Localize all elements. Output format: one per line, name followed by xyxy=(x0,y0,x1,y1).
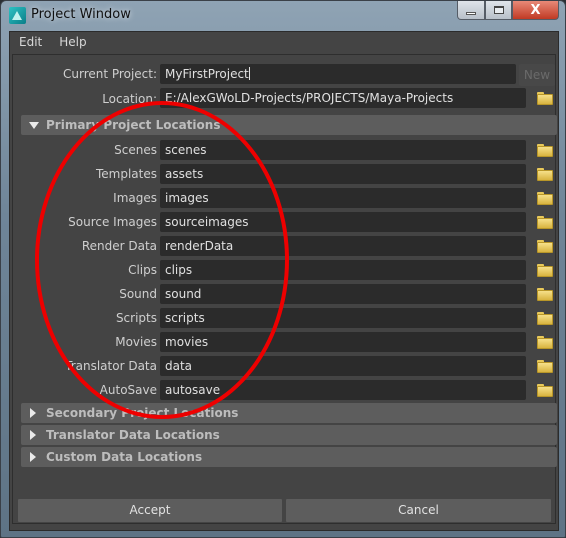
location-input-source-images[interactable]: sourceimages xyxy=(160,212,526,232)
current-project-input[interactable]: MyFirstProject xyxy=(160,64,516,84)
collapsed-triangle-icon xyxy=(30,430,36,440)
current-project-value: MyFirstProject xyxy=(165,67,249,81)
cancel-button[interactable]: Cancel xyxy=(286,499,551,522)
location-folder-icon[interactable] xyxy=(537,92,553,105)
section-custom-data-locations[interactable]: Custom Data Locations xyxy=(21,447,557,467)
location-label-sound: Sound xyxy=(119,287,157,301)
location-label-clips: Clips xyxy=(128,263,157,277)
location-input-templates[interactable]: assets xyxy=(160,164,526,184)
close-icon: X xyxy=(530,2,541,18)
location-label-images: Images xyxy=(113,191,157,205)
folder-icon[interactable] xyxy=(537,336,553,349)
maximize-icon xyxy=(493,6,504,14)
current-project-label: Current Project: xyxy=(63,67,157,81)
collapsed-triangle-icon xyxy=(30,452,36,462)
menu-help[interactable]: Help xyxy=(50,32,94,54)
maya-app-icon xyxy=(9,7,26,24)
client-area: Edit Help Current Project: MyFirstProjec… xyxy=(9,31,559,531)
maximize-button[interactable] xyxy=(485,1,512,20)
section-label: Custom Data Locations xyxy=(46,450,203,464)
minimize-icon xyxy=(466,11,476,15)
title-bar[interactable]: Project Window X xyxy=(1,1,566,31)
location-label-autosave: AutoSave xyxy=(99,383,157,397)
folder-icon[interactable] xyxy=(537,360,553,373)
location-label-render-data: Render Data xyxy=(81,239,157,253)
collapsed-triangle-icon xyxy=(30,408,36,418)
section-label: Translator Data Locations xyxy=(46,428,220,442)
location-label-templates: Templates xyxy=(95,167,157,181)
folder-icon[interactable] xyxy=(537,168,553,181)
location-label-translator-data: Translator Data xyxy=(65,359,157,373)
location-input-scenes[interactable]: scenes xyxy=(160,140,526,160)
folder-icon[interactable] xyxy=(537,240,553,253)
project-window: Project Window X Edit Help Current Proje… xyxy=(0,0,566,538)
minimize-button[interactable] xyxy=(457,1,485,20)
window-controls: X xyxy=(457,1,559,20)
location-label-movies: Movies xyxy=(115,335,157,349)
location-input-translator-data[interactable]: data xyxy=(160,356,526,376)
expanded-triangle-icon xyxy=(29,122,39,129)
menu-bar: Edit Help xyxy=(10,32,558,54)
location-input-autosave[interactable]: autosave xyxy=(160,380,526,400)
location-input-sound[interactable]: sound xyxy=(160,284,526,304)
location-label: Location: xyxy=(102,92,157,106)
window-title: Project Window xyxy=(31,7,131,22)
location-input-render-data[interactable]: renderData xyxy=(160,236,526,256)
new-project-button[interactable]: New xyxy=(519,64,555,86)
section-secondary-project-locations[interactable]: Secondary Project Locations xyxy=(21,403,557,423)
folder-icon[interactable] xyxy=(537,216,553,229)
section-label: Secondary Project Locations xyxy=(46,406,239,420)
menu-edit[interactable]: Edit xyxy=(10,32,50,54)
location-label-scenes: Scenes xyxy=(114,143,157,157)
location-input-movies[interactable]: movies xyxy=(160,332,526,352)
location-label-scripts: Scripts xyxy=(115,311,157,325)
folder-icon[interactable] xyxy=(537,384,553,397)
folder-icon[interactable] xyxy=(537,144,553,157)
location-input-images[interactable]: images xyxy=(160,188,526,208)
section-translator-data-locations[interactable]: Translator Data Locations xyxy=(21,425,557,445)
close-button[interactable]: X xyxy=(512,1,559,20)
location-input[interactable]: E:/AlexGWoLD-Projects/PROJECTS/Maya-Proj… xyxy=(160,88,526,108)
folder-icon[interactable] xyxy=(537,288,553,301)
folder-icon[interactable] xyxy=(537,312,553,325)
content-frame: Current Project: MyFirstProject New Loca… xyxy=(12,54,557,524)
folder-icon[interactable] xyxy=(537,192,553,205)
location-input-scripts[interactable]: scripts xyxy=(160,308,526,328)
section-label: Primary Project Locations xyxy=(46,118,221,132)
accept-button[interactable]: Accept xyxy=(18,499,282,522)
section-primary-project-locations[interactable]: Primary Project Locations xyxy=(21,115,557,135)
location-label-source-images: Source Images xyxy=(68,215,157,229)
folder-icon[interactable] xyxy=(537,264,553,277)
text-caret xyxy=(248,67,250,80)
location-input-clips[interactable]: clips xyxy=(160,260,526,280)
